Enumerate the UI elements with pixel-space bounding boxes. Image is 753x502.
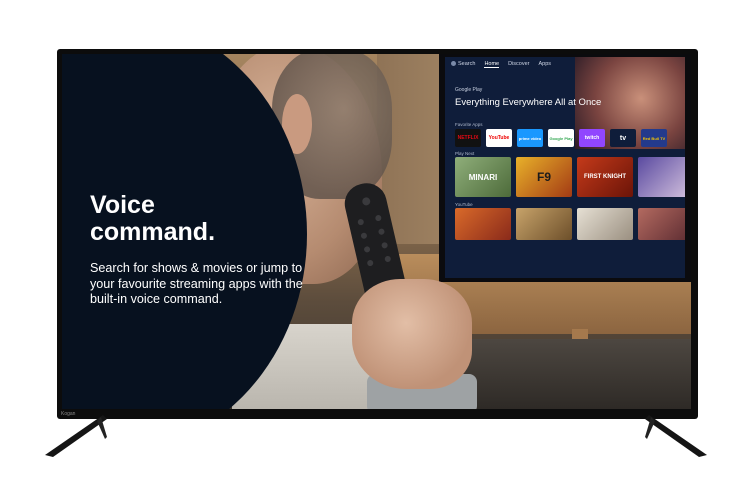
nav-home[interactable]: Home <box>484 61 500 68</box>
headline-line-1: Voice <box>90 191 155 219</box>
headline: Voice command. <box>90 192 310 246</box>
tile-youtube-1[interactable] <box>455 208 511 240</box>
inner-tv: Search Home Discover Apps Google Play Ev… <box>439 54 691 282</box>
remote-button <box>357 218 365 226</box>
app-twitch[interactable]: twitch <box>579 129 605 147</box>
nav-apps[interactable]: Apps <box>539 61 552 68</box>
app-netflix[interactable]: NETFLIX <box>455 129 481 147</box>
app-apple-tv[interactable]: tv <box>610 129 636 147</box>
nav-discover[interactable]: Discover <box>508 61 529 68</box>
tv-screen: Search Home Discover Apps Google Play Ev… <box>62 54 691 409</box>
section-youtube: YouTube <box>455 202 473 207</box>
headline-line-2: command. <box>90 218 216 246</box>
television: Search Home Discover Apps Google Play Ev… <box>57 49 698 419</box>
tile-youtube-2[interactable] <box>516 208 572 240</box>
section-favorite-apps: Favorite Apps <box>455 122 483 127</box>
tile-play-next-4[interactable] <box>638 157 685 197</box>
remote-button <box>384 255 392 263</box>
remote-button <box>377 228 386 236</box>
person-hand <box>352 279 472 389</box>
promo-body: Search for shows & movies or jump to you… <box>90 261 303 306</box>
google-tv-home: Search Home Discover Apps Google Play Ev… <box>445 57 685 278</box>
remote-button <box>381 241 389 249</box>
app-google-play[interactable]: Google Play <box>548 129 574 147</box>
tv-nav: Search Home Discover Apps <box>451 61 551 68</box>
tile-youtube-3[interactable] <box>577 208 633 240</box>
remote-button <box>363 245 371 253</box>
section-play-next: Play Next <box>455 151 475 156</box>
search-icon <box>451 61 456 66</box>
tile-f9[interactable]: F9 <box>516 157 572 197</box>
app-prime-video[interactable]: prime video <box>517 129 543 147</box>
app-youtube[interactable]: YouTube <box>486 129 512 147</box>
tv-stand-left <box>45 415 107 457</box>
store-label: Google Play <box>455 87 483 93</box>
tv-stand-right <box>645 415 707 457</box>
remote-button <box>361 196 372 207</box>
play-next-row: MINARI F9 FIRST KNIGHT <box>455 157 685 197</box>
app-red-bull-tv[interactable]: Red Bull TV <box>641 129 667 147</box>
remote-button <box>360 232 368 240</box>
youtube-row <box>455 208 685 240</box>
tile-youtube-4[interactable] <box>638 208 685 240</box>
tile-first-knight[interactable]: FIRST KNIGHT <box>577 157 633 197</box>
tile-minari[interactable]: MINARI <box>455 157 511 197</box>
remote-button <box>374 214 382 222</box>
promo-copy: Voice command. Search for shows & movies… <box>90 192 310 308</box>
featured-title[interactable]: Everything Everywhere All at Once <box>455 97 615 108</box>
remote-button <box>366 259 374 267</box>
nav-search[interactable]: Search <box>451 61 475 68</box>
favorite-apps-row: NETFLIX YouTube prime video Google Play … <box>455 129 667 147</box>
